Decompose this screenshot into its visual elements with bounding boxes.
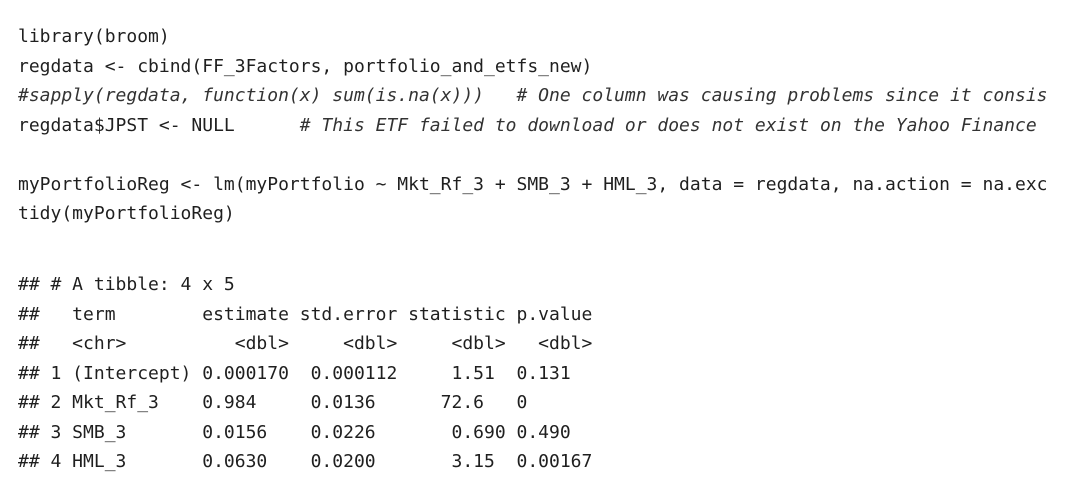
- output-row-mkt-rf: ## 2 Mkt_Rf_3 0.984 0.0136 72.6 0: [18, 392, 528, 413]
- output-block: ## # A tibble: 4 x 5 ## term estimate st…: [18, 270, 1080, 477]
- code-line-tidy: tidy(myPortfolioReg): [18, 203, 235, 224]
- code-line-regdata-jpst: regdata$JPST <- NULL # This ETF failed t…: [18, 111, 1080, 141]
- code-block: library(broom) regdata <- cbind(FF_3Fact…: [18, 22, 1080, 229]
- output-tibble-header: ## # A tibble: 4 x 5: [18, 274, 235, 295]
- output-column-types: ## <chr> <dbl> <dbl> <dbl> <dbl>: [18, 333, 593, 354]
- output-column-names: ## term estimate std.error statistic p.v…: [18, 303, 593, 325]
- output-row-smb: ## 3 SMB_3 0.0156 0.0226 0.690 0.490: [18, 421, 571, 443]
- code-line-library: library(broom): [18, 26, 170, 47]
- output-row-intercept: ## 1 (Intercept) 0.000170 0.000112 1.51 …: [18, 362, 571, 384]
- code-jpst-comment: # This ETF failed to download or does no…: [299, 114, 1037, 136]
- output-row-hml: ## 4 HML_3 0.0630 0.0200 3.15 0.00167: [18, 451, 593, 472]
- code-jpst-statement: regdata$JPST <- NULL: [18, 114, 300, 136]
- code-line-sapply-comment: #sapply(regdata, function(x) sum(is.na(x…: [18, 85, 1048, 106]
- code-line-lm-regression: myPortfolioReg <- lm(myPortfolio ~ Mkt_R…: [18, 173, 1048, 195]
- code-line-regdata-cbind: regdata <- cbind(FF_3Factors, portfolio_…: [18, 55, 593, 77]
